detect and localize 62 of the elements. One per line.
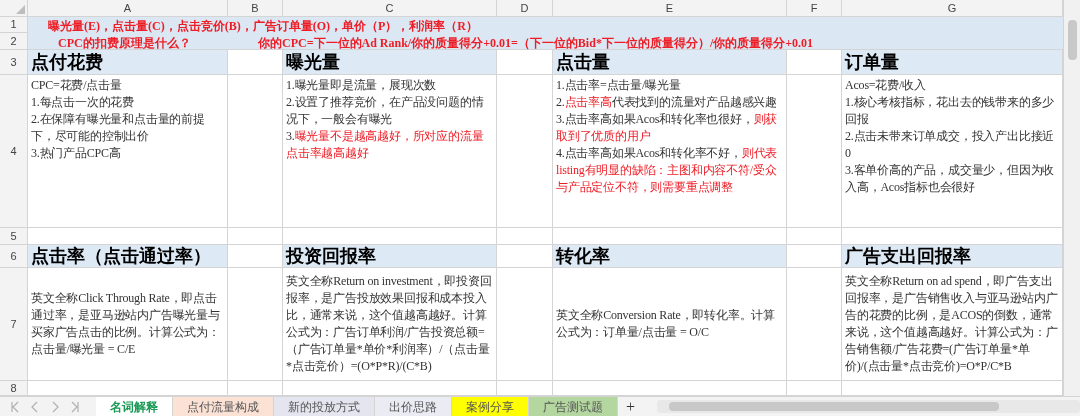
next-sheet-icon[interactable]	[50, 400, 60, 413]
table-cell[interactable]: 1.曝光量即是流量，展现次数 2.设置了推荐竞价，在产品没问题的情况下，一般会有曝光 3.曝光量不是越高越好，所对应的流量点击率越高越好	[283, 75, 497, 228]
section-heading: 投资回报率	[283, 245, 497, 268]
sheet-tab[interactable]: 名词解释	[96, 397, 174, 416]
section-heading: 点击量	[553, 50, 787, 75]
cell-text: 1.每点击一次的花费	[31, 94, 135, 111]
column-header[interactable]: A	[28, 0, 228, 17]
table-cell[interactable]: 1.点击率=点击量/曝光量 2.点击率高代表找到的流量对产品越感兴趣 3.点击率高如果Acos和转化率也很好，则获取到了优质的用户 4.点击率高如果Acos和转化率不好，则代表listing有明显的缺陷：主图和内容不符/受众与产品定位不符，则需要重点调整	[553, 75, 787, 228]
cell-text: 3.热门产品CPC高	[31, 145, 122, 162]
sheet-tab[interactable]: 新的投放方式	[274, 397, 376, 416]
cell-text: 3.曝光量不是越高越好，所对应的流量点击率越高越好	[286, 128, 485, 162]
cell-text: 1.核心考核指标，花出去的钱带来的多少回报	[845, 94, 1056, 128]
section-heading: 曝光量	[283, 50, 497, 75]
column-header[interactable]: D	[497, 0, 553, 17]
section-heading: 转化率	[553, 245, 787, 268]
row-header[interactable]: 3	[0, 50, 28, 75]
table-cell[interactable]: 英文全称Click Through Rate，即点击通过率，是亚马逊站内广告曝光量与买家广告点击的比例。计算公式为：点击量/曝光量 = C/E	[28, 268, 228, 381]
cell-text: 4.点击率高如果Acos和转化率不好，则代表listing有明显的缺陷：主图和内容不符/受众与产品定位不符，则需要重点调整	[556, 145, 779, 196]
column-header[interactable]: F	[787, 0, 842, 17]
section-heading: 点击率（点击通过率）	[28, 245, 228, 268]
add-sheet-button[interactable]: +	[618, 397, 644, 416]
column-header[interactable]: E	[553, 0, 787, 17]
row-header[interactable]: 4	[0, 75, 28, 228]
table-cell[interactable]: CPC=花费/点击量 1.每点击一次的花费 2.在保障有曝光量和点击量的前提下，尽可能的控制出价 3.热门产品CPC高	[28, 75, 228, 228]
cell-text: Acos=花费/收入	[845, 77, 927, 94]
first-sheet-icon[interactable]	[10, 400, 20, 413]
cell-text: 1.点击率=点击量/曝光量	[556, 77, 682, 94]
section-heading: 广告支出回报率	[842, 245, 1063, 268]
cell-text: 英文全称Click Through Rate，即点击通过率，是亚马逊站内广告曝光量与买家广告点击的比例。计算公式为：点击量/曝光量 = C/E	[31, 290, 221, 358]
row-header[interactable]: 5	[0, 228, 28, 245]
cell-text: 3.点击率高如果Acos和转化率也很好，则获取到了优质的用户	[556, 111, 779, 145]
sheet-tab[interactable]: 广告测试题	[529, 397, 619, 416]
row-header[interactable]: 1	[0, 17, 28, 33]
banner-question: CPC的扣费原理是什么？	[57, 35, 192, 51]
banner-formula: 你的CPC=下一位的Ad Rank/你的质量得分+0.01=（下一位的Bid*下一位的质量得分）/你的质量得分+0.01	[258, 35, 814, 51]
cell-text: 英文全称Conversion Rate，即转化率。计算公式为：订单量/点击量 = O/C	[556, 307, 776, 341]
sheet-tab[interactable]: 出价思路	[375, 397, 453, 416]
row-header[interactable]: 2	[0, 33, 28, 50]
cell-text: 1.曝光量即是流量，展现次数	[286, 77, 438, 94]
table-cell[interactable]: 英文全称Conversion Rate，即转化率。计算公式为：订单量/点击量 = O/C	[553, 268, 787, 381]
column-header[interactable]: B	[228, 0, 283, 17]
column-header[interactable]: C	[283, 0, 497, 17]
section-heading: 订单量	[842, 50, 1063, 75]
sheet-tab[interactable]: 案例分享	[452, 397, 530, 416]
row-header[interactable]: 6	[0, 245, 28, 268]
last-sheet-icon[interactable]	[70, 400, 80, 413]
cell-text: 2.在保障有曝光量和点击量的前提下，尽可能的控制出价	[31, 111, 206, 145]
horizontal-scrollbar[interactable]	[657, 400, 1080, 413]
row-header[interactable]: 8	[0, 381, 28, 396]
previous-sheet-icon[interactable]	[30, 400, 40, 413]
cell-text: 2.点击率高代表找到的流量对产品越感兴趣	[556, 94, 778, 111]
vertical-scrollbar[interactable]	[1063, 0, 1080, 396]
cell-text: 3.客单价高的产品，成交量少，但因为收入高，Acos指标也会很好	[845, 162, 1056, 196]
banner-text: 曝光量(E)，点击量(C)，点击竞价(B)，广告订单量(O)，单价（P），利润率（R）	[47, 18, 479, 34]
section-heading: 点付花费	[28, 50, 228, 75]
cell-text: 2.设置了推荐竞价，在产品没问题的情况下，一般会有曝光	[286, 94, 485, 128]
column-header[interactable]: G	[842, 0, 1063, 17]
cell-text: 2.点击未带来订单成交，投入产出比接近0	[845, 128, 1056, 162]
table-cell[interactable]: Acos=花费/收入 1.核心考核指标，花出去的钱带来的多少回报 2.点击未带来订单成交，投入产出比接近0 3.客单价高的产品，成交量少，但因为收入高，Acos指标也会很好	[842, 75, 1063, 228]
row-header[interactable]: 7	[0, 268, 28, 381]
cell-text: CPC=花费/点击量	[31, 77, 123, 94]
sheet-tab[interactable]: 点付流量构成	[173, 397, 275, 416]
